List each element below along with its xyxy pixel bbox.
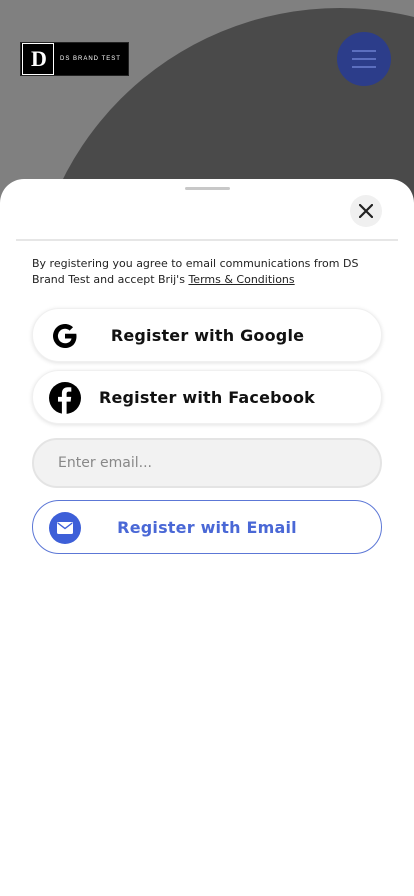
hamburger-icon-line [352, 66, 376, 68]
divider [16, 239, 398, 241]
menu-button[interactable] [337, 32, 391, 86]
register-email-button[interactable]: Register with Email [32, 500, 382, 554]
logo-text: DS BRAND TEST [60, 56, 121, 62]
google-icon [49, 320, 81, 352]
hamburger-icon [352, 50, 376, 52]
register-google-label: Register with Google [110, 325, 305, 345]
close-button[interactable] [350, 195, 382, 227]
brand-logo: D DS BRAND TEST [20, 42, 129, 76]
sheet-drag-handle[interactable] [185, 187, 230, 190]
close-icon [359, 204, 373, 218]
facebook-icon [49, 382, 81, 414]
hamburger-icon-line [352, 58, 376, 60]
logo-mark: D [22, 43, 54, 75]
mail-icon [49, 512, 81, 544]
register-sheet: By registering you agree to email commun… [0, 179, 414, 896]
register-facebook-button[interactable]: Register with Facebook [32, 370, 382, 424]
email-input[interactable] [32, 438, 382, 488]
consent-text: By registering you agree to email commun… [32, 256, 384, 288]
terms-link[interactable]: Terms & Conditions [188, 273, 294, 286]
register-facebook-label: Register with Facebook [98, 387, 316, 407]
register-email-label: Register with Email [117, 517, 297, 537]
register-google-button[interactable]: Register with Google [32, 308, 382, 362]
